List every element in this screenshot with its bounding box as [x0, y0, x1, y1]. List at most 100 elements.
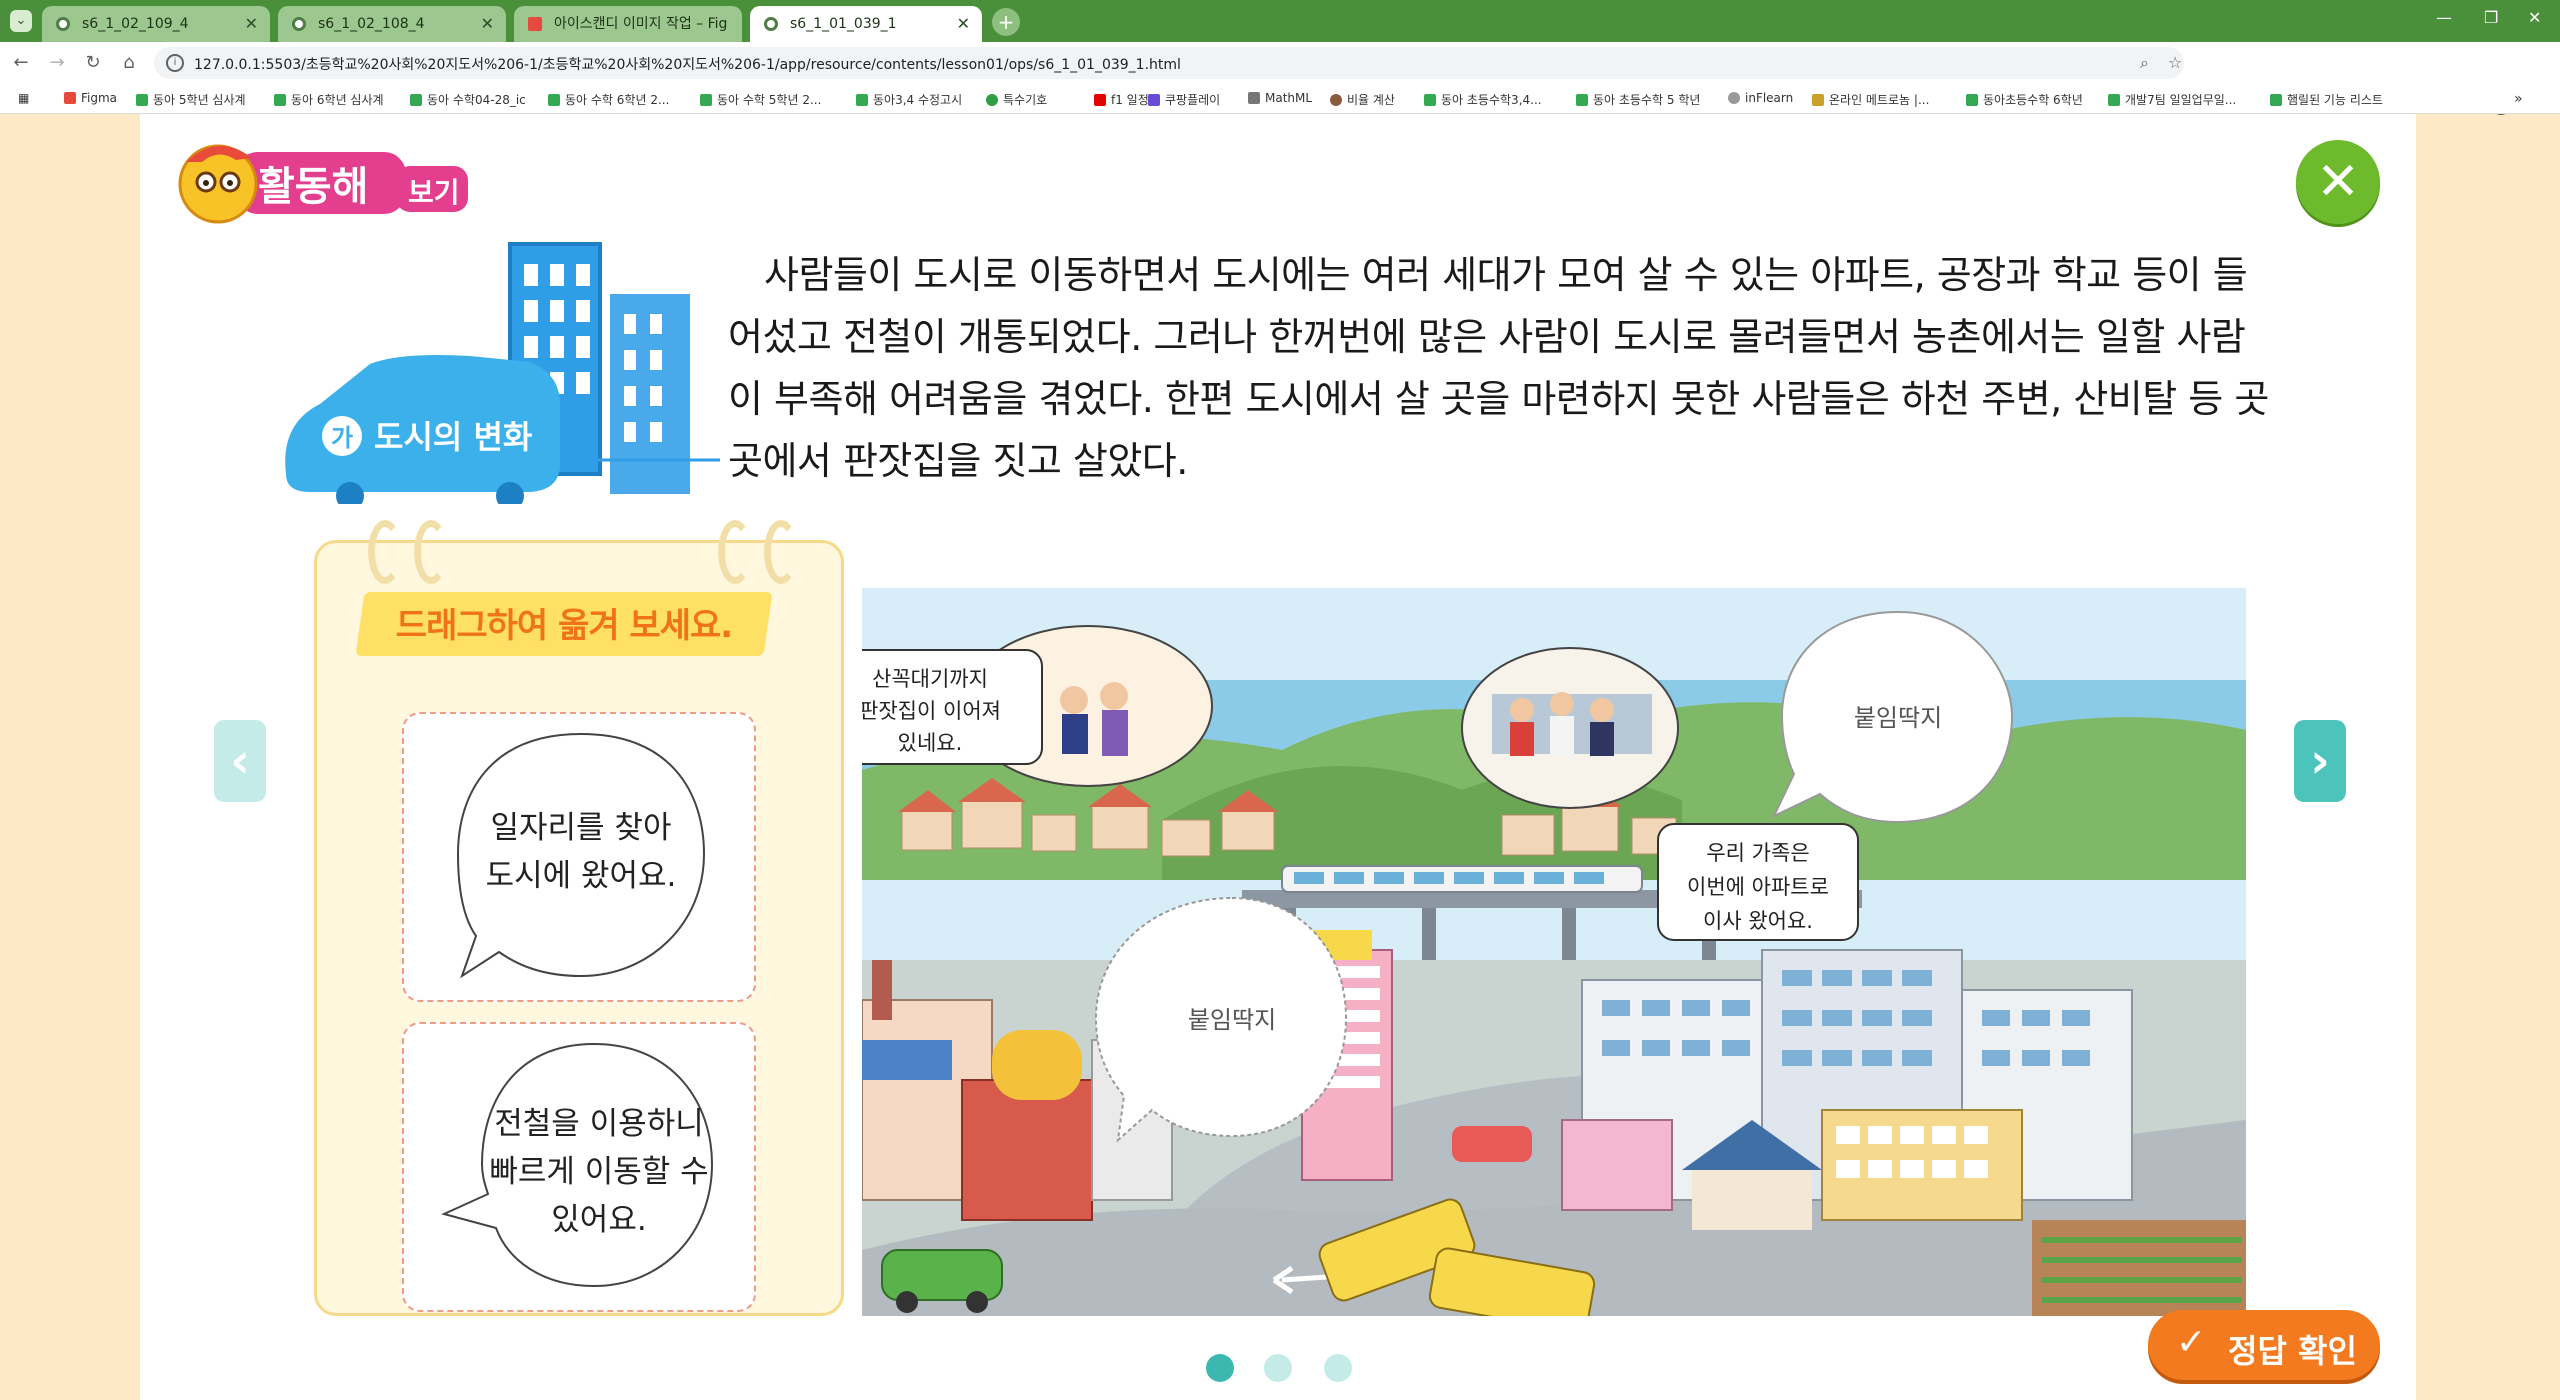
- minimize-icon[interactable]: —: [2436, 8, 2452, 27]
- next-page-button[interactable]: ›: [2294, 720, 2346, 802]
- bubble-text-line: 우리 가족은: [1706, 841, 1809, 865]
- inflearn-icon: [1728, 92, 1740, 104]
- more-bookmarks-icon[interactable]: »: [2514, 91, 2523, 107]
- forward-icon[interactable]: →: [46, 52, 68, 73]
- bookmark-label: 동아초등수학 6학년: [1983, 93, 2083, 107]
- zoom-icon[interactable]: ⌕: [2140, 53, 2149, 73]
- bookmark-label: 동아3,4 수정고시: [873, 93, 963, 107]
- browser-tab[interactable]: s6_1_02_108_4 ✕: [278, 6, 506, 42]
- f1-icon: [1094, 94, 1106, 106]
- pager-dot[interactable]: [1264, 1354, 1292, 1382]
- prev-page-button[interactable]: ‹: [214, 720, 266, 802]
- bookmark-label: 비율 계산: [1347, 93, 1395, 107]
- bookmark-item[interactable]: 특수기호: [986, 91, 1047, 108]
- bookmark-item[interactable]: 동아 5학년 심사계: [136, 91, 246, 108]
- sheet-icon: [2270, 94, 2282, 106]
- sticker-drop-zone[interactable]: 붙임딱지: [1094, 896, 1348, 1143]
- sticker-text-line: 일자리를 찾아: [490, 810, 672, 846]
- bubble-text-line: 있네요.: [898, 731, 963, 755]
- new-tab-icon[interactable]: +: [992, 8, 1020, 36]
- bookmark-item[interactable]: 햄릴된 기능 리스트: [2270, 91, 2383, 108]
- mathml-icon: [1248, 92, 1260, 104]
- bookmark-item[interactable]: 동아 초등수학3,4...: [1424, 91, 1542, 108]
- scene-speech-bubble-hillside: 산꼭대기까지 판잣집이 이어져 있네요.: [862, 625, 1213, 787]
- browser-tab[interactable]: s6_1_02_109_4 ✕: [42, 6, 270, 42]
- section-title: 도시의 변화: [374, 418, 532, 456]
- calculator-icon: [1330, 94, 1342, 106]
- figma-icon: [64, 92, 76, 104]
- close-button[interactable]: ✕: [2296, 140, 2380, 224]
- bookmark-label: 동아 수학 5학년 2...: [717, 93, 822, 107]
- site-info-icon[interactable]: i: [166, 54, 184, 72]
- binder-ring: [764, 520, 798, 584]
- draggable-sticker[interactable]: 전철을 이용하니 빠르게 이동할 수 있어요.: [402, 1022, 756, 1312]
- sticker-slot-label: 붙임딱지: [1188, 1006, 1276, 1034]
- bookmark-label: f1 일정: [1111, 93, 1149, 107]
- sheet-icon: [410, 94, 422, 106]
- back-icon[interactable]: ←: [10, 52, 32, 73]
- bookmark-label: 동아 6학년 심사계: [291, 93, 384, 107]
- binder-ring: [368, 520, 402, 584]
- bookmark-label: 동아 초등수학 5 학년: [1593, 93, 1701, 107]
- draggable-sticker[interactable]: 일자리를 찾아 도시에 왔어요.: [402, 712, 756, 1002]
- globe-icon: [292, 17, 306, 31]
- bookmark-star-icon[interactable]: ☆: [2168, 53, 2182, 72]
- check-answer-label: 정답 확인: [2228, 1332, 2357, 1370]
- bookmark-item[interactable]: MathML: [1248, 91, 1312, 105]
- bookmark-item[interactable]: 동아3,4 수정고시: [856, 91, 962, 108]
- bookmark-label: 특수기호: [1003, 93, 1048, 107]
- pager-dot[interactable]: [1324, 1354, 1352, 1382]
- globe-icon: [986, 94, 998, 106]
- browser-tab-bar: ⌄ s6_1_02_109_4 ✕ s6_1_02_108_4 ✕ 아이스캔디 …: [0, 0, 2560, 42]
- bookmark-item[interactable]: 온라인 메트로놈 |...: [1812, 91, 1929, 108]
- bookmark-item[interactable]: 동아 수학04-28_ic: [410, 91, 526, 108]
- browser-tab[interactable]: 아이스캔디 이미지 작업 – Fig: [514, 6, 742, 42]
- apps-grid-icon[interactable]: ▦: [18, 91, 29, 105]
- sticker-text-line: 있어요.: [551, 1202, 647, 1238]
- bookmark-item[interactable]: 동아 6학년 심사계: [274, 91, 384, 108]
- bookmark-item[interactable]: 동아초등수학 6학년: [1966, 91, 2083, 108]
- checkmark-icon: ✓: [2176, 1322, 2207, 1363]
- bookmark-label: MathML: [1265, 91, 1313, 105]
- figma-icon: [528, 17, 542, 31]
- bookmark-item[interactable]: 동아 수학 5학년 2...: [700, 91, 821, 108]
- restore-icon[interactable]: ❐: [2484, 8, 2498, 27]
- reload-icon[interactable]: ↻: [82, 52, 104, 73]
- check-answer-button[interactable]: ✓ 정답 확인: [2148, 1310, 2380, 1380]
- bookmark-item[interactable]: 개발7팀 일일업무일...: [2108, 91, 2236, 108]
- tab-title: 아이스캔디 이미지 작업 – Fig: [554, 16, 728, 32]
- tab-search-icon[interactable]: ⌄: [10, 10, 32, 32]
- home-icon[interactable]: ⌂: [118, 52, 140, 73]
- bookmark-item[interactable]: f1 일정: [1094, 91, 1149, 108]
- url-field[interactable]: i 127.0.0.1:5503/초등학교%20사회%20지도서%206-1/초…: [154, 47, 2184, 79]
- close-tab-icon[interactable]: ✕: [245, 6, 258, 42]
- globe-icon: [56, 17, 70, 31]
- window-close-icon[interactable]: ✕: [2528, 8, 2541, 27]
- play-icon: [1148, 94, 1160, 106]
- bookmark-item[interactable]: Figma: [64, 91, 117, 105]
- binder-ring: [718, 520, 752, 584]
- tab-title: s6_1_01_039_1: [790, 16, 897, 32]
- bookmark-item[interactable]: 동아 수학 6학년 2...: [548, 91, 669, 108]
- pager-dot-active[interactable]: [1206, 1354, 1234, 1382]
- bookmark-item[interactable]: 쿠팡플레이: [1148, 91, 1220, 108]
- bubble-text-line: 산꼭대기까지: [872, 667, 988, 691]
- browser-tab-active[interactable]: s6_1_01_039_1 ✕: [750, 6, 982, 42]
- bookmark-item[interactable]: inFlearn: [1728, 91, 1793, 105]
- close-tab-icon[interactable]: ✕: [481, 6, 494, 42]
- city-illustration: 산꼭대기까지 판잣집이 이어져 있네요. 우리 가족은 이번에 아파트로 이사 …: [862, 588, 2246, 1316]
- bookmark-label: 동아 수학 6학년 2...: [565, 93, 670, 107]
- close-icon: ✕: [2316, 152, 2360, 212]
- binder-ring: [414, 520, 448, 584]
- tab-title: s6_1_02_109_4: [82, 16, 189, 32]
- chevron-right-icon: ›: [2310, 733, 2330, 789]
- sheet-icon: [136, 94, 148, 106]
- bookmark-item[interactable]: 동아 초등수학 5 학년: [1576, 91, 1700, 108]
- bubble-text-line: 이사 왔어요.: [1703, 909, 1813, 933]
- close-tab-icon[interactable]: ✕: [957, 6, 970, 42]
- tab-title: s6_1_02_108_4: [318, 16, 425, 32]
- sheet-icon: [1576, 94, 1588, 106]
- bookmark-item[interactable]: 비율 계산: [1330, 91, 1395, 108]
- activity-title: 활동해: [258, 164, 368, 210]
- sticker-text-line: 전철을 이용하니: [494, 1106, 704, 1142]
